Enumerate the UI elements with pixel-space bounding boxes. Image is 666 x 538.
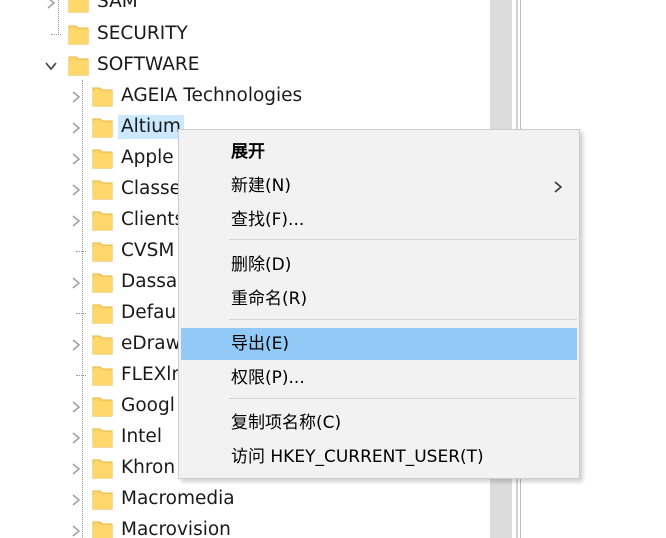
folder-icon xyxy=(68,54,89,76)
tree-row-label: SOFTWARE xyxy=(97,54,200,75)
chevron-down-icon[interactable] xyxy=(44,59,58,73)
folder-icon xyxy=(68,0,89,13)
tree-row[interactable]: Macrovision xyxy=(0,515,490,538)
tree-row-label: Khron xyxy=(121,457,176,478)
chevron-right-icon[interactable] xyxy=(69,431,83,445)
tree-row-label: AGEIA Technologies xyxy=(121,85,303,106)
menu-item-label: 重命名(R) xyxy=(231,289,308,309)
folder-icon xyxy=(68,23,89,45)
menu-item-label: 导出(E) xyxy=(231,334,290,354)
chevron-right-icon[interactable] xyxy=(69,121,83,135)
chevron-right-icon[interactable] xyxy=(69,214,83,228)
chevron-right-icon[interactable] xyxy=(69,183,83,197)
tree-row[interactable]: SAM xyxy=(0,0,490,18)
folder-icon xyxy=(92,302,113,324)
menu-separator xyxy=(229,319,577,320)
folder-icon xyxy=(92,426,113,448)
tree-row-label: Clients xyxy=(121,209,185,230)
context-menu: 展开新建(N) 查找(F)... 删除(D) 重命名(R) 导出(E) 权限(P)... 复… xyxy=(178,129,580,479)
chevron-right-icon[interactable] xyxy=(69,152,83,166)
chevron-right-icon[interactable] xyxy=(69,90,83,104)
menu-item[interactable]: 展开 xyxy=(181,136,577,168)
folder-icon xyxy=(92,333,113,355)
menu-item-label: 展开 xyxy=(231,142,265,162)
tree-row-label: Dassa xyxy=(121,271,178,292)
tree-row-label: Classe xyxy=(121,178,182,199)
menu-item-label: 访问 HKEY_CURRENT_USER(T) xyxy=(231,447,484,467)
chevron-right-icon[interactable] xyxy=(69,493,83,507)
submenu-arrow-icon xyxy=(553,179,563,193)
tree-row-label: Intel xyxy=(121,426,162,447)
tree-row[interactable]: AGEIA Technologies xyxy=(0,81,490,112)
menu-item-label: 查找(F)... xyxy=(231,210,305,230)
tree-row-label: FLEXlr xyxy=(121,364,180,385)
menu-item-label: 复制项名称(C) xyxy=(231,413,342,433)
menu-item[interactable]: 复制项名称(C) xyxy=(181,407,577,439)
tree-row[interactable]: Macromedia xyxy=(0,484,490,515)
menu-item[interactable]: 导出(E) xyxy=(181,328,577,360)
folder-icon xyxy=(92,488,113,510)
tree-row-label: Defau xyxy=(121,302,177,323)
chevron-right-icon[interactable] xyxy=(69,524,83,538)
folder-icon xyxy=(92,457,113,479)
tree-connector xyxy=(76,375,86,376)
chevron-right-icon[interactable] xyxy=(44,0,58,10)
menu-item-label: 新建(N) xyxy=(231,176,291,196)
folder-icon xyxy=(92,271,113,293)
tree-row-label: Macromedia xyxy=(121,488,235,509)
menu-item[interactable]: 新建(N) xyxy=(181,170,577,202)
tree-row-label: Googl xyxy=(121,395,175,416)
tree-row-label: Macrovision xyxy=(121,519,231,538)
tree-connector xyxy=(76,313,86,314)
chevron-right-icon[interactable] xyxy=(69,462,83,476)
tree-row-label: Altium xyxy=(118,115,184,139)
chevron-right-icon[interactable] xyxy=(69,276,83,290)
tree-row[interactable]: SOFTWARE xyxy=(0,50,490,81)
chevron-right-icon[interactable] xyxy=(69,400,83,414)
menu-item[interactable]: 重命名(R) xyxy=(181,283,577,315)
tree-connector xyxy=(76,251,86,252)
folder-icon xyxy=(92,364,113,386)
menu-item[interactable]: 查找(F)... xyxy=(181,204,577,236)
menu-separator xyxy=(229,239,577,240)
tree-row-label: SECURITY xyxy=(97,23,188,44)
folder-icon xyxy=(92,519,113,538)
tree-row-label: eDraw xyxy=(121,333,181,354)
tree-row-label: CVSM xyxy=(121,240,175,261)
menu-item-label: 删除(D) xyxy=(231,255,292,275)
menu-item[interactable]: 删除(D) xyxy=(181,249,577,281)
folder-icon xyxy=(92,147,113,169)
tree-row[interactable]: SECURITY xyxy=(0,19,490,50)
menu-separator xyxy=(229,398,577,399)
chevron-right-icon[interactable] xyxy=(69,338,83,352)
registry-editor-view: SAM SECURITY SOFTWARE AGEIA Technologies Alt… xyxy=(0,0,666,538)
tree-row-label: Apple xyxy=(121,147,174,168)
menu-item[interactable]: 访问 HKEY_CURRENT_USER(T) xyxy=(181,441,577,473)
menu-item-label: 权限(P)... xyxy=(231,368,305,388)
tree-connector xyxy=(51,34,61,35)
folder-icon xyxy=(92,240,113,262)
menu-item[interactable]: 权限(P)... xyxy=(181,362,577,394)
folder-icon xyxy=(92,85,113,107)
folder-icon xyxy=(92,116,113,138)
folder-icon xyxy=(92,395,113,417)
folder-icon xyxy=(92,178,113,200)
folder-icon xyxy=(92,209,113,231)
tree-row-label: SAM xyxy=(97,0,138,12)
